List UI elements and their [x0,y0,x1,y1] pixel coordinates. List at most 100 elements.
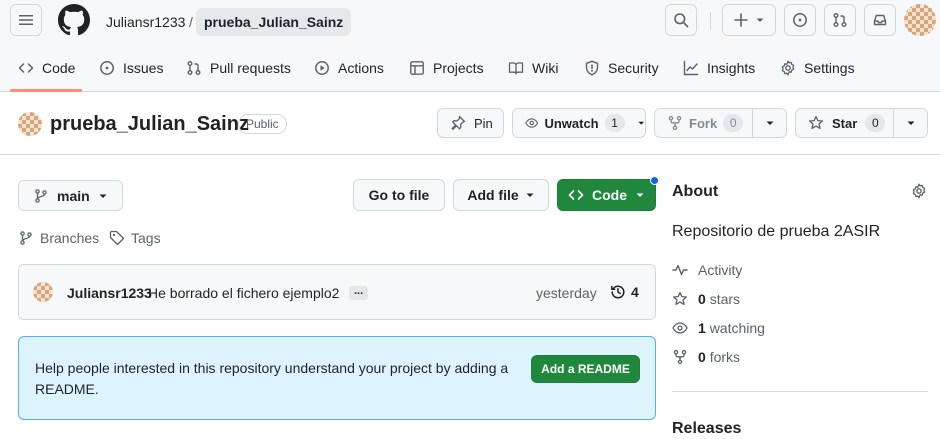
branch-selector[interactable]: main [18,180,123,211]
chevron-down-icon [907,121,914,125]
watch-counter: 1 [604,114,625,132]
pull-request-icon [833,13,847,27]
code-icon [18,63,34,73]
forks-link[interactable]: 0 forks [672,349,740,365]
branches-link[interactable]: Branches [18,230,99,246]
releases-heading[interactable]: Releases [672,419,741,439]
go-to-file-button[interactable]: Go to file [353,179,445,211]
search-icon [674,13,689,28]
chevron-down-icon [766,121,773,125]
unwatch-button[interactable]: Unwatch 1 [512,108,646,138]
fork-icon [668,115,682,131]
commit-expand-button[interactable]: ... [349,286,369,300]
commit-history-link[interactable]: 4 [610,284,639,300]
tab-pull-requests[interactable]: Pull requests [186,56,291,80]
star-icon [673,291,687,306]
menu-button[interactable] [10,4,42,36]
fork-icon [673,349,687,365]
breadcrumb-repo[interactable]: prueba_Julian_Sainz [196,8,352,36]
gear-icon [912,183,926,199]
active-tab-indicator [10,89,82,92]
fork-label: Fork [689,115,718,131]
activity-link[interactable]: Activity [672,262,742,278]
readme-banner: Help people interested in this repositor… [18,336,656,420]
inbox-icon [873,14,887,26]
tab-actions-label: Actions [338,60,384,76]
user-avatar[interactable] [904,4,936,36]
star-button[interactable]: Star 0 [796,109,894,137]
chevron-down-icon [99,194,107,198]
chevron-down-icon [756,18,764,22]
gear-icon [781,60,795,76]
commit-author[interactable]: Juliansr1233 [67,284,152,302]
tab-issues[interactable]: Issues [99,56,163,80]
fork-counter: 0 [723,114,744,132]
add-file-button[interactable]: Add file [453,179,549,211]
commit-author-avatar[interactable] [33,282,53,302]
stars-label: stars [709,291,741,307]
github-logo[interactable] [58,4,90,36]
add-readme-label: Add a README [541,362,630,376]
issue-icon [793,13,807,27]
tab-settings-label: Settings [804,60,855,76]
tab-code[interactable]: Code [18,56,75,80]
watching-link[interactable]: 1 watching [672,320,765,336]
table-icon [410,61,424,75]
latest-commit-box: Juliansr1233 He borrado el fichero ejemp… [18,264,656,320]
global-header: Juliansr1233 / prueba_Julian_Sainz Code … [0,0,940,92]
add-readme-button[interactable]: Add a README [531,355,640,383]
code-button[interactable]: Code [557,179,656,211]
stars-link[interactable]: 0 stars [672,291,740,307]
search-button[interactable] [665,4,697,36]
commit-message[interactable]: He borrado el fichero ejemplo2 [148,284,339,302]
sidebar-divider [672,391,928,392]
go-to-file-label: Go to file [368,187,430,203]
notification-dot [650,176,659,185]
chevron-down-icon [637,121,644,125]
create-new-button[interactable] [722,4,776,36]
branches-label: Branches [40,230,100,246]
star-button-group: Star 0 [795,108,928,138]
pull-request-icon [187,61,201,75]
issues-button[interactable] [784,4,816,36]
chevron-down-icon [636,193,644,197]
history-icon [611,285,625,299]
header-divider [710,12,711,30]
tab-settings[interactable]: Settings [780,56,855,80]
tab-pull-requests-label: Pull requests [210,60,291,76]
branch-icon [20,231,32,245]
pull-requests-button[interactable] [824,4,856,36]
pin-button[interactable]: Pin [437,108,504,138]
about-settings-button[interactable] [911,183,927,199]
book-icon [508,62,524,75]
breadcrumb-owner[interactable]: Juliansr1233 [106,8,185,36]
watching-label: watching [709,320,765,336]
tab-projects-label: Projects [433,60,484,76]
fork-button[interactable]: Fork 0 [655,109,753,137]
tags-link[interactable]: Tags [109,230,161,246]
forks-label: forks [709,349,741,365]
fork-button-group: Fork 0 [654,108,787,138]
inbox-button[interactable] [864,4,896,36]
graph-icon [683,60,699,76]
fork-dropdown[interactable] [753,109,786,137]
shield-icon [585,60,599,76]
tab-insights[interactable]: Insights [683,56,755,80]
tab-actions[interactable]: Actions [314,56,384,80]
tab-wiki-label: Wiki [532,60,559,76]
issue-icon [100,61,114,75]
watching-count: 1 [698,320,706,336]
repo-description: Repositorio de prueba 2ASIR [672,223,881,240]
tab-security-label: Security [608,60,659,76]
tab-security[interactable]: Security [584,56,659,80]
tab-wiki[interactable]: Wiki [508,56,558,80]
breadcrumb-separator: / [189,14,193,30]
star-dropdown[interactable] [894,109,927,137]
pin-label: Pin [474,115,493,131]
activity-label: Activity [698,262,743,278]
repo-title[interactable]: prueba_Julian_Sainz [50,111,249,137]
plus-icon [734,13,748,27]
repo-owner-avatar[interactable] [18,112,42,136]
commit-count: 4 [631,284,639,300]
tab-projects[interactable]: Projects [409,56,484,80]
